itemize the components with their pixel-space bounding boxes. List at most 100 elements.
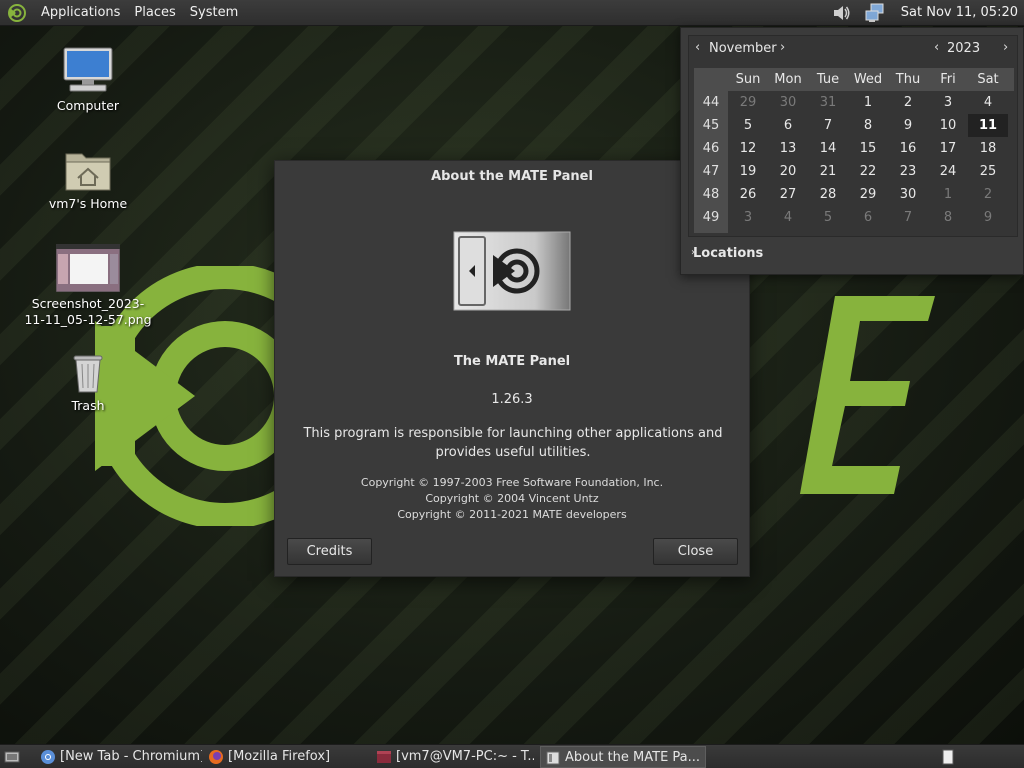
desktop-icon-trash[interactable]: Trash <box>23 350 153 414</box>
next-month-icon[interactable]: › <box>780 40 785 55</box>
calendar-day[interactable]: 10 <box>928 114 968 137</box>
week-number: 47 <box>702 164 720 179</box>
calendar-day[interactable]: 9 <box>968 206 1008 229</box>
desktop-icon-label: Trash <box>71 398 105 413</box>
calendar-day[interactable]: 17 <box>928 137 968 160</box>
program-name: The MATE Panel <box>453 354 571 369</box>
desktop-icon-screenshot[interactable]: Screenshot_2023-11-11_05-12-57.png <box>23 244 153 328</box>
calendar-day[interactable]: 1 <box>928 183 968 206</box>
top-panel: Applications Places System Sat Nov 11, 0… <box>0 0 1024 26</box>
taskbar-item-firefox[interactable]: [Mozilla Firefox] <box>204 746 364 768</box>
calendar-day[interactable]: 18 <box>968 137 1008 160</box>
calendar-day[interactable]: 6 <box>768 114 808 137</box>
week-number: 45 <box>702 118 720 133</box>
calendar-day[interactable]: 3 <box>728 206 768 229</box>
weekday-label: Tue <box>816 72 840 87</box>
home-folder-icon <box>65 153 111 191</box>
volume-icon[interactable] <box>831 3 851 23</box>
calendar-day[interactable]: 5 <box>808 206 848 229</box>
calendar-widget: ‹ November › ‹ 2023 › Sun Mon Tue Wed Thu Fri… <box>688 35 1018 237</box>
calendar-day[interactable]: 8 <box>928 206 968 229</box>
prev-year-icon[interactable]: ‹ <box>934 40 939 55</box>
system-tray: Sat Nov 11, 05:20 <box>831 0 1024 26</box>
calendar-day[interactable]: 30 <box>768 91 808 114</box>
calendar-day[interactable]: 13 <box>768 137 808 160</box>
program-version: 1.26.3 <box>491 392 533 407</box>
calendar-day[interactable]: 6 <box>848 206 888 229</box>
calendar-day[interactable]: 3 <box>928 91 968 114</box>
menu-applications[interactable]: Applications <box>34 0 127 26</box>
calendar-day[interactable]: 25 <box>968 160 1008 183</box>
copyright-block: Copyright © 1997-2003 Free Software Foun… <box>275 475 749 523</box>
week-number: 44 <box>702 95 720 110</box>
week-number: 48 <box>702 187 720 202</box>
program-comment: This program is responsible for launchin… <box>303 426 723 460</box>
close-button[interactable]: Close <box>653 538 738 565</box>
workspace-switcher-icon[interactable] <box>942 749 954 765</box>
about-window-icon <box>546 751 560 765</box>
calendar-day[interactable]: 23 <box>888 160 928 183</box>
credits-button[interactable]: Credits <box>287 538 372 565</box>
calendar-day[interactable]: 1 <box>848 91 888 114</box>
calendar-day[interactable]: 8 <box>848 114 888 137</box>
calendar-day[interactable]: 9 <box>888 114 928 137</box>
desktop-icon-label: Computer <box>56 98 120 113</box>
calendar-day[interactable]: 22 <box>848 160 888 183</box>
calendar-day[interactable]: 4 <box>968 91 1008 114</box>
computer-icon <box>63 47 113 92</box>
menu-system[interactable]: System <box>183 0 245 26</box>
calendar-day[interactable]: 26 <box>728 183 768 206</box>
desktop-icon-computer[interactable]: Computer <box>23 46 153 114</box>
calendar-day[interactable]: 12 <box>728 137 768 160</box>
calendar-day[interactable]: 30 <box>888 183 928 206</box>
next-year-icon[interactable]: › <box>1003 40 1008 55</box>
calendar-day[interactable]: 19 <box>728 160 768 183</box>
menu-places[interactable]: Places <box>127 0 182 26</box>
calendar-day[interactable]: 31 <box>808 91 848 114</box>
calendar-day[interactable]: 27 <box>768 183 808 206</box>
copyright-line: Copyright © 2011-2021 MATE developers <box>397 508 627 521</box>
calendar-day[interactable]: 21 <box>808 160 848 183</box>
image-thumbnail-icon <box>56 244 120 292</box>
calendar-day[interactable]: 29 <box>728 91 768 114</box>
calendar-popup: ‹ November › ‹ 2023 › Sun Mon Tue Wed Thu Fri… <box>680 27 1024 275</box>
calendar-day[interactable]: 2 <box>888 91 928 114</box>
taskbar-item-label: [vm7@VM7-PC:~ - T... <box>396 749 534 764</box>
desktop-icon-label: Screenshot_2023-11-11_05-12-57.png <box>24 296 152 327</box>
calendar-day[interactable]: 2 <box>968 183 1008 206</box>
clock[interactable]: Sat Nov 11, 05:20 <box>899 0 1024 26</box>
calendar-month: November <box>709 41 777 56</box>
calendar-day[interactable]: 7 <box>888 206 928 229</box>
desktop-icon-home[interactable]: vm7's Home <box>23 148 153 212</box>
weekday-label: Mon <box>774 72 802 87</box>
network-icon[interactable] <box>865 3 885 23</box>
calendar-day[interactable]: 29 <box>848 183 888 206</box>
calendar-day-today[interactable]: 11 <box>968 114 1008 137</box>
taskbar-item-label: About the MATE Pa... <box>565 750 701 765</box>
calendar-day[interactable]: 28 <box>808 183 848 206</box>
calendar-header: ‹ November › ‹ 2023 › <box>689 36 1017 64</box>
firefox-icon <box>209 750 223 764</box>
calendar-day[interactable]: 4 <box>768 206 808 229</box>
taskbar-item-label: [Mozilla Firefox] <box>228 749 331 764</box>
calendar-day[interactable]: 7 <box>808 114 848 137</box>
calendar-day[interactable]: 16 <box>888 137 928 160</box>
taskbar-item-terminal[interactable]: [vm7@VM7-PC:~ - T... <box>372 746 534 768</box>
calendar-day[interactable]: 24 <box>928 160 968 183</box>
weekday-label: Thu <box>895 72 921 87</box>
week-number: 49 <box>702 210 720 225</box>
weekday-label: Wed <box>853 72 883 87</box>
calendar-day[interactable]: 5 <box>728 114 768 137</box>
prev-month-icon[interactable]: ‹ <box>695 40 700 55</box>
locations-expander[interactable]: Locations <box>693 246 763 261</box>
mate-letter-e-background <box>800 296 935 494</box>
trash-icon <box>73 355 103 393</box>
mate-menu-icon[interactable] <box>8 3 26 22</box>
calendar-day[interactable]: 14 <box>808 137 848 160</box>
dialog-title[interactable]: About the MATE Panel <box>275 161 749 193</box>
calendar-day[interactable]: 15 <box>848 137 888 160</box>
taskbar-item-chromium[interactable]: [New Tab - Chromium] <box>36 746 202 768</box>
taskbar-item-about[interactable]: About the MATE Pa... <box>540 746 706 768</box>
calendar-day[interactable]: 20 <box>768 160 808 183</box>
show-desktop-icon[interactable] <box>4 749 20 765</box>
